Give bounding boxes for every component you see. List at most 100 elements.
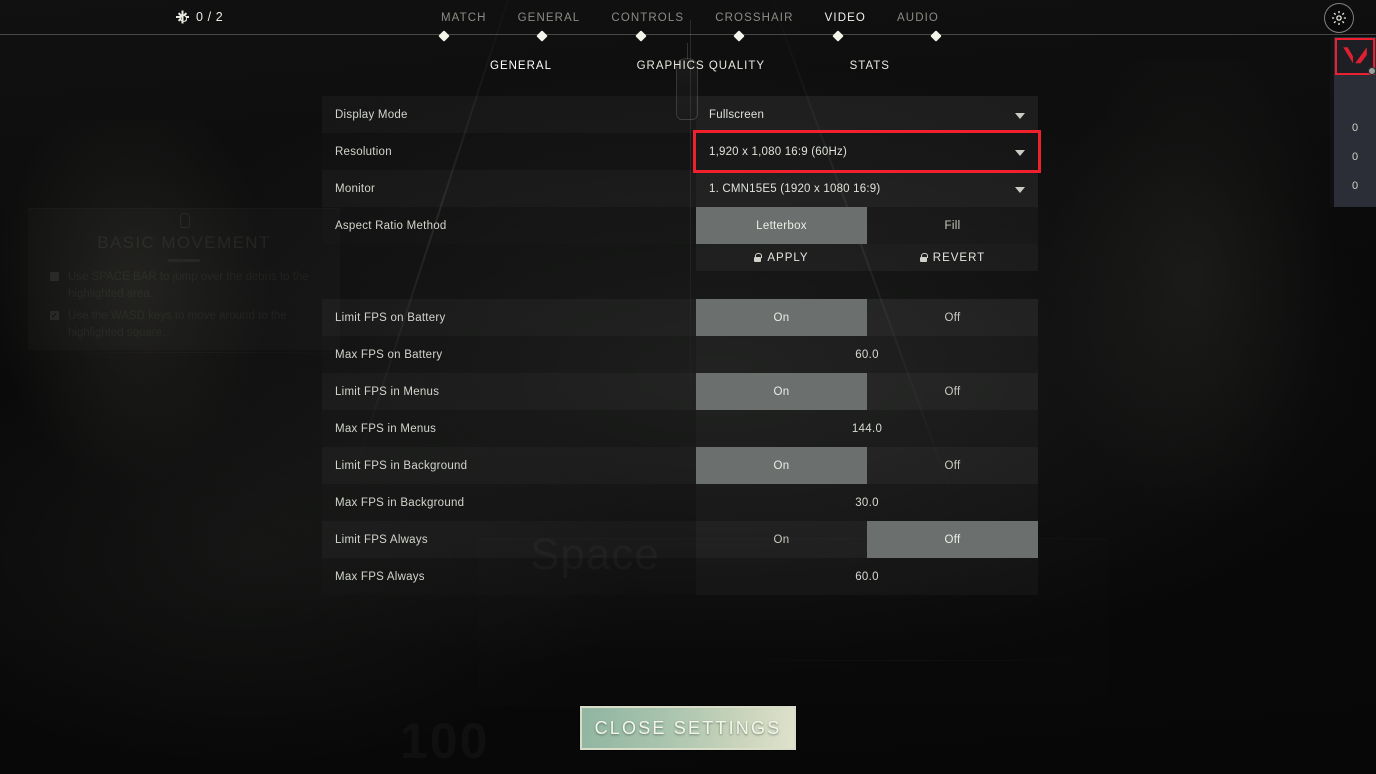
- setting-control-display-mode: Fullscreen: [696, 96, 1038, 133]
- max-fps-battery-value[interactable]: 60.0: [696, 336, 1038, 373]
- setting-control-max-fps-menus: 144.0: [696, 410, 1038, 447]
- valorant-logo-button[interactable]: [1335, 38, 1376, 75]
- valorant-settings-screen: Space 100 BASIC MOVEMENT Use SPACE BAR t…: [0, 0, 1376, 774]
- setting-row-max-fps-background: Max FPS in Background 30.0: [322, 484, 1038, 521]
- setting-row-monitor: Monitor 1. CMN15E5 (1920 x 1080 16:9): [322, 170, 1038, 207]
- status-dot: [1368, 67, 1376, 75]
- tab-marker-match: [438, 30, 450, 42]
- close-settings-label: CLOSE SETTINGS: [594, 717, 782, 738]
- chevron-down-icon: [1015, 186, 1025, 193]
- max-fps-background-value[interactable]: 30.0: [696, 484, 1038, 521]
- limit-fps-menus-option-on[interactable]: On: [696, 373, 867, 410]
- setting-control-max-fps-battery: 60.0: [696, 336, 1038, 373]
- background-streak-2: [60, 352, 360, 353]
- setting-label-limit-fps-background: Limit FPS in Background: [335, 459, 468, 472]
- chevron-down-icon: [1015, 149, 1025, 156]
- aspect-ratio-option-letterbox[interactable]: Letterbox: [696, 207, 867, 244]
- aspect-ratio-option-fill[interactable]: Fill: [867, 207, 1038, 244]
- setting-label-max-fps-background: Max FPS in Background: [335, 496, 465, 509]
- monitor-value: 1. CMN15E5 (1920 x 1080 16:9): [709, 182, 881, 195]
- tab-marker-video: [831, 30, 844, 42]
- right-rail-panel: 0 0 0: [1334, 37, 1376, 207]
- setting-label-max-fps-always: Max FPS Always: [335, 570, 425, 583]
- setting-control-limit-fps-menus: On Off: [696, 373, 1038, 410]
- setting-row-max-fps-menus: Max FPS in Menus 144.0: [322, 410, 1038, 447]
- revert-button[interactable]: REVERT: [867, 244, 1038, 271]
- lock-icon: [919, 253, 928, 262]
- max-fps-menus-value[interactable]: 144.0: [696, 410, 1038, 447]
- rail-count-3: 0: [1351, 180, 1359, 192]
- setting-label-aspect-ratio: Aspect Ratio Method: [335, 219, 447, 232]
- setting-label-limit-fps-always: Limit FPS Always: [335, 533, 428, 546]
- resolution-dropdown[interactable]: 1,920 x 1,080 16:9 (60Hz): [693, 130, 1041, 173]
- subtab-general[interactable]: GENERAL: [490, 60, 552, 72]
- tab-marker-audio: [930, 30, 942, 42]
- tab-marker-list: [438, 30, 942, 42]
- setting-label-limit-fps-battery: Limit FPS on Battery: [335, 311, 446, 324]
- tab-match[interactable]: MATCH: [440, 10, 488, 26]
- background-tutorial-rule: [168, 259, 200, 262]
- background-tutorial-item: Use the WASD keys to move around to the …: [50, 308, 328, 342]
- setting-control-limit-fps-always: On Off: [696, 521, 1038, 558]
- limit-fps-background-option-on[interactable]: On: [696, 447, 867, 484]
- tab-video[interactable]: VIDEO: [824, 10, 867, 26]
- background-floor-number: 100: [400, 712, 489, 770]
- apply-button-label: APPLY: [767, 251, 809, 264]
- subtab-graphics-quality[interactable]: GRAPHICS QUALITY: [637, 60, 765, 72]
- setting-row-aspect-ratio: Aspect Ratio Method Letterbox Fill: [322, 207, 1038, 244]
- close-settings-button[interactable]: CLOSE SETTINGS: [580, 706, 796, 750]
- limit-fps-menus-toggle-group: On Off: [696, 373, 1038, 410]
- background-tutorial-panel: BASIC MOVEMENT Use SPACE BAR to jump ove…: [28, 208, 340, 350]
- setting-row-max-fps-battery: Max FPS on Battery 60.0: [322, 336, 1038, 373]
- background-streak-1: [700, 660, 1120, 661]
- setting-control-max-fps-background: 30.0: [696, 484, 1038, 521]
- tab-marker-controls: [635, 30, 647, 42]
- gear-icon: [1332, 11, 1346, 25]
- limit-fps-battery-option-off[interactable]: Off: [867, 299, 1038, 336]
- rail-count-1: 0: [1351, 122, 1359, 134]
- valorant-logo-icon: [1343, 46, 1367, 63]
- spark-icon: [176, 11, 189, 24]
- tab-controls[interactable]: CONTROLS: [610, 10, 685, 26]
- setting-label-limit-fps-menus: Limit FPS in Menus: [335, 385, 440, 398]
- setting-control-max-fps-always: 60.0: [696, 558, 1038, 595]
- setting-row-limit-fps-battery: Limit FPS on Battery On Off: [322, 299, 1038, 336]
- limit-fps-always-option-on[interactable]: On: [696, 521, 867, 558]
- limit-fps-background-option-off[interactable]: Off: [867, 447, 1038, 484]
- video-settings-list: Display Mode Fullscreen Resolution 1,920…: [322, 96, 1041, 595]
- setting-row-limit-fps-always: Limit FPS Always On Off: [322, 521, 1038, 558]
- max-fps-always-value[interactable]: 60.0: [696, 558, 1038, 595]
- setting-control-monitor: 1. CMN15E5 (1920 x 1080 16:9): [696, 170, 1038, 207]
- background-tutorial-list: Use SPACE BAR to jump over the debris to…: [50, 269, 328, 347]
- background-tutorial-item: Use SPACE BAR to jump over the debris to…: [50, 269, 328, 303]
- setting-row-display-mode: Display Mode Fullscreen: [322, 96, 1038, 133]
- monitor-dropdown[interactable]: 1. CMN15E5 (1920 x 1080 16:9): [696, 170, 1038, 207]
- setting-row-resolution: Resolution 1,920 x 1,080 16:9 (60Hz): [322, 130, 1041, 173]
- tab-crosshair[interactable]: CROSSHAIR: [714, 10, 794, 26]
- limit-fps-battery-option-on[interactable]: On: [696, 299, 867, 336]
- settings-gear-button[interactable]: [1324, 3, 1354, 33]
- apply-revert-control: APPLY REVERT: [696, 244, 1038, 271]
- background-left-scene: [0, 120, 330, 680]
- aspect-ratio-toggle-group: Letterbox Fill: [696, 207, 1038, 244]
- setting-label-max-fps-menus: Max FPS in Menus: [335, 422, 437, 435]
- subtab-stats[interactable]: STATS: [850, 60, 890, 72]
- limit-fps-always-option-off[interactable]: Off: [867, 521, 1038, 558]
- revert-button-label: REVERT: [932, 251, 986, 264]
- limit-fps-menus-option-off[interactable]: Off: [867, 373, 1038, 410]
- apply-revert-group: APPLY REVERT: [696, 244, 1038, 271]
- display-mode-dropdown[interactable]: Fullscreen: [696, 96, 1038, 133]
- apply-button[interactable]: APPLY: [696, 244, 867, 271]
- setting-control-limit-fps-background: On Off: [696, 447, 1038, 484]
- setting-row-limit-fps-menus: Limit FPS in Menus On Off: [322, 373, 1038, 410]
- setting-row-max-fps-always: Max FPS Always 60.0: [322, 558, 1038, 595]
- tab-general[interactable]: GENERAL: [517, 10, 582, 26]
- tab-audio[interactable]: AUDIO: [896, 10, 940, 26]
- tab-marker-general: [536, 30, 549, 42]
- top-navigation-bar: 0 / 2 MATCH GENERAL CONTROLS CROSSHAIR V…: [0, 0, 1376, 42]
- setting-row-apply-revert: APPLY REVERT: [322, 244, 1038, 271]
- tab-marker-crosshair: [733, 30, 745, 42]
- limit-fps-always-toggle-group: On Off: [696, 521, 1038, 558]
- setting-control-aspect-ratio: Letterbox Fill: [696, 207, 1038, 244]
- resolution-value: 1,920 x 1,080 16:9 (60Hz): [709, 145, 847, 158]
